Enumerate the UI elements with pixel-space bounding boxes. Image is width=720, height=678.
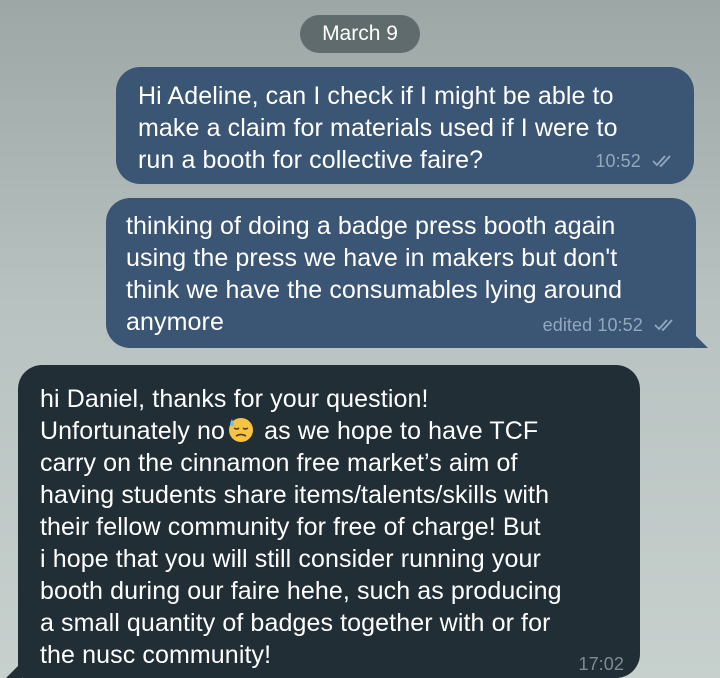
message-line: thinking of doing a badge press booth ag…	[126, 212, 616, 240]
message-line: having students share items/talents/skil…	[40, 481, 550, 509]
message-text: Unfortunately no	[40, 417, 226, 445]
message-line: a small quantity of badges together with…	[40, 609, 551, 637]
downcast-sweat-emoji-icon	[227, 416, 255, 444]
message-line: booth during our faire hehe, such as pro…	[40, 577, 562, 605]
message-meta: edited 10:52	[543, 315, 678, 336]
message-line: Hi Adeline, can I check if I might be ab…	[138, 82, 614, 110]
message-line: Unfortunately no as we hope to have TCF	[40, 415, 622, 447]
date-separator: March 9	[300, 15, 420, 53]
double-check-icon	[654, 316, 678, 336]
message-time: 10:52	[595, 150, 641, 171]
message-meta: 17:02	[578, 654, 624, 674]
outgoing-message[interactable]: thinking of doing a badge press booth ag…	[106, 198, 708, 348]
message-line: think we have the consumables lying arou…	[126, 276, 623, 304]
outgoing-message[interactable]: Hi Adeline, can I check if I might be ab…	[116, 67, 694, 184]
message-time: edited 10:52	[542, 314, 643, 335]
message-line: make a claim for materials used if I wer…	[138, 114, 618, 142]
message-line: i hope that you will still consider runn…	[40, 545, 541, 573]
message-line: the nusc community!	[40, 641, 272, 669]
message-line: carry on the cinnamon free market’s aim …	[40, 449, 518, 477]
double-check-icon	[652, 152, 676, 172]
message-line: using the press we have in makers but do…	[126, 244, 618, 272]
message-line: hi Daniel, thanks for your question!	[40, 385, 429, 413]
message-meta: 10:52	[595, 151, 676, 172]
bubble-tail	[692, 332, 708, 348]
incoming-message[interactable]: hi Daniel, thanks for your question! Unf…	[6, 365, 640, 678]
message-text: as we hope to have TCF	[264, 417, 539, 445]
message-line: their fellow community for free of charg…	[40, 513, 541, 541]
bubble-tail	[6, 662, 22, 678]
message-time: 17:02	[578, 654, 624, 674]
